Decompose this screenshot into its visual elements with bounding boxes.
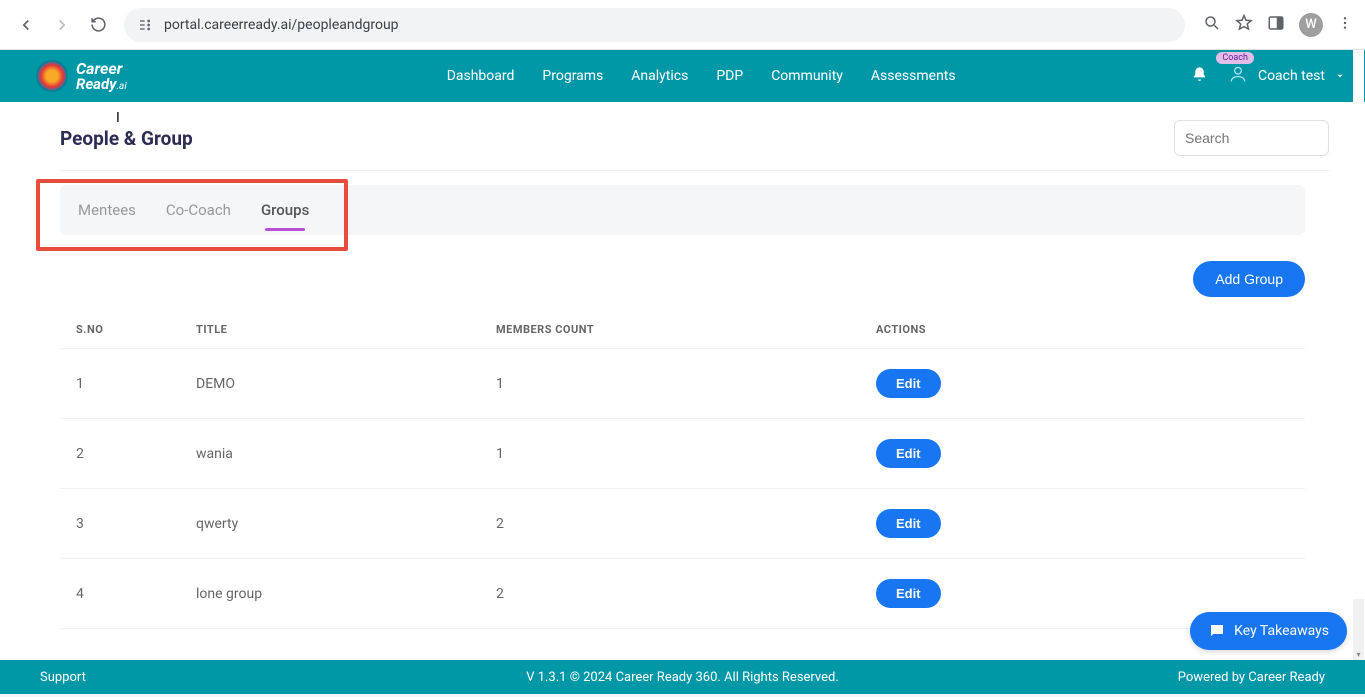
cell-title: wania [180, 419, 480, 489]
edit-button[interactable]: Edit [876, 369, 941, 398]
reload-button[interactable] [84, 11, 112, 39]
tab-co-coach[interactable]: Co-Coach [166, 197, 231, 223]
col-header-title: TITLE [180, 311, 480, 349]
cell-title: DEMO [180, 349, 480, 419]
cell-members: 1 [480, 349, 860, 419]
key-takeaways-button[interactable]: Key Takeaways [1190, 612, 1347, 650]
nav-assessments[interactable]: Assessments [871, 68, 956, 84]
bookmark-icon[interactable] [1235, 14, 1253, 36]
nav-community[interactable]: Community [771, 68, 843, 84]
cell-sno: 2 [60, 419, 180, 489]
chevron-down-icon [1335, 71, 1345, 81]
page-title: People & Group [60, 127, 193, 150]
col-header-sno: S.NO [60, 311, 180, 349]
kebab-menu-icon[interactable] [1337, 15, 1353, 35]
edit-button[interactable]: Edit [876, 579, 941, 608]
logo[interactable]: Career Ready.ai [36, 60, 127, 92]
cell-members: 2 [480, 489, 860, 559]
key-takeaways-label: Key Takeaways [1234, 623, 1329, 639]
logo-suffix: .ai [116, 81, 126, 92]
zoom-icon[interactable] [1203, 14, 1221, 36]
profile-avatar[interactable]: W [1299, 13, 1323, 37]
col-header-members: MEMBERS COUNT [480, 311, 860, 349]
footer-support-link[interactable]: Support [40, 670, 86, 685]
edit-button[interactable]: Edit [876, 439, 941, 468]
divider [60, 170, 1329, 171]
url-text: portal.careerready.ai/peopleandgroup [164, 17, 1171, 33]
nav-dashboard[interactable]: Dashboard [447, 68, 515, 84]
cell-actions: Edit [860, 419, 1305, 489]
cell-sno: 4 [60, 559, 180, 629]
footer: Support V 1.3.1 © 2024 Career Ready 360.… [0, 660, 1365, 694]
main-content: I People & Group Mentees Co-Coach Groups… [0, 102, 1365, 669]
footer-powered-by: Powered by Career Ready [1178, 670, 1325, 685]
scroll-down-arrow[interactable]: ▾ [1353, 649, 1364, 660]
cell-actions: Edit [860, 489, 1305, 559]
cell-sno: 3 [60, 489, 180, 559]
chat-icon [1208, 622, 1226, 640]
table-row: 2wania1 Edit [60, 419, 1305, 489]
tabs: Mentees Co-Coach Groups [60, 185, 1305, 235]
table-row: 4lone group2 Edit [60, 559, 1305, 629]
tab-groups[interactable]: Groups [261, 197, 309, 223]
app-header: Career Ready.ai Dashboard Programs Analy… [0, 50, 1365, 102]
browser-toolbar: portal.careerready.ai/peopleandgroup W [0, 0, 1365, 50]
search-box[interactable] [1174, 120, 1329, 156]
tab-mentees[interactable]: Mentees [78, 197, 136, 223]
cell-actions: Edit [860, 349, 1305, 419]
logo-line2: Ready [76, 75, 116, 93]
col-header-actions: ACTIONS [860, 311, 1305, 349]
panel-icon[interactable] [1267, 14, 1285, 36]
site-settings-icon[interactable] [138, 17, 154, 33]
forward-button[interactable] [48, 11, 76, 39]
nav-programs[interactable]: Programs [542, 68, 603, 84]
cell-members: 2 [480, 559, 860, 629]
groups-table: S.NO TITLE MEMBERS COUNT ACTIONS 1DEMO1E… [60, 311, 1305, 629]
cell-title: lone group [180, 559, 480, 629]
logo-badge-icon [36, 60, 68, 92]
table-row: 3qwerty2 Edit [60, 489, 1305, 559]
text-cursor-indicator: I [116, 110, 120, 126]
user-menu[interactable]: Coach Coach test [1228, 64, 1345, 88]
vertical-scrollbar[interactable]: ▴ ▾ [1353, 50, 1364, 660]
cell-title: qwerty [180, 489, 480, 559]
main-nav: Dashboard Programs Analytics PDP Communi… [447, 68, 956, 84]
user-icon [1228, 64, 1248, 84]
table-row: 1DEMO1 Edit [60, 349, 1305, 419]
cell-members: 1 [480, 419, 860, 489]
logo-text: Career Ready.ai [76, 61, 127, 92]
back-button[interactable] [12, 11, 40, 39]
cell-sno: 1 [60, 349, 180, 419]
role-badge: Coach [1216, 52, 1254, 64]
notifications-icon[interactable] [1191, 66, 1208, 87]
user-name: Coach test [1258, 68, 1325, 84]
address-bar[interactable]: portal.careerready.ai/peopleandgroup [124, 8, 1185, 42]
nav-analytics[interactable]: Analytics [631, 68, 688, 84]
add-group-button[interactable]: Add Group [1193, 261, 1305, 297]
nav-pdp[interactable]: PDP [716, 68, 743, 84]
scroll-thumb[interactable] [1353, 50, 1364, 599]
search-input[interactable] [1185, 130, 1365, 146]
edit-button[interactable]: Edit [876, 509, 941, 538]
footer-copyright: V 1.3.1 © 2024 Career Ready 360. All Rig… [526, 670, 839, 685]
